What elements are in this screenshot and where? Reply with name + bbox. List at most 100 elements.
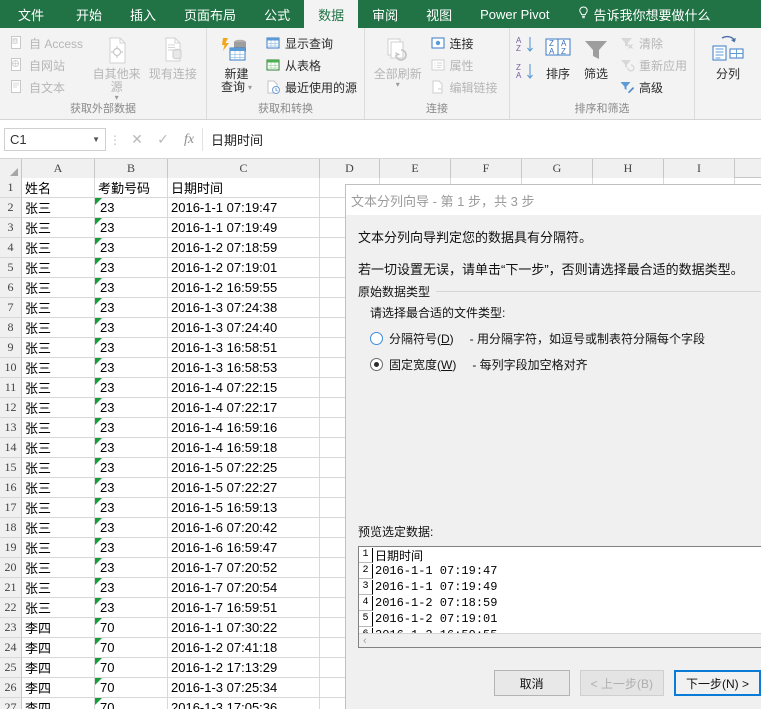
grid-cell[interactable]: 张三 (22, 478, 95, 498)
grid-cell[interactable]: 2016-1-2 17:13:29 (168, 658, 320, 678)
grid-cell[interactable]: 2016-1-6 07:20:42 (168, 518, 320, 538)
grid-cell[interactable]: 23 (95, 358, 168, 378)
refresh-all-button[interactable]: 全部刷新 ▾ (370, 32, 426, 89)
grid-cell[interactable]: 23 (95, 478, 168, 498)
grid-cell[interactable]: 2016-1-2 07:19:01 (168, 258, 320, 278)
from-text-button[interactable]: 自文本 (5, 76, 88, 98)
grid-cell[interactable]: 2016-1-4 16:59:18 (168, 438, 320, 458)
grid-cell[interactable]: 23 (95, 198, 168, 218)
row-header[interactable]: 8 (0, 318, 22, 338)
confirm-edit-icon[interactable]: ✓ (150, 129, 176, 151)
grid-cell[interactable]: 张三 (22, 598, 95, 618)
grid-cell[interactable]: 2016-1-4 16:59:16 (168, 418, 320, 438)
grid-cell[interactable]: 张三 (22, 538, 95, 558)
grid-cell[interactable]: 2016-1-4 07:22:15 (168, 378, 320, 398)
from-web-button[interactable]: 自网站 (5, 54, 88, 76)
advanced-filter-button[interactable]: 高级 (615, 76, 689, 98)
grid-cell[interactable]: 23 (95, 418, 168, 438)
connections-button[interactable]: 连接 (426, 32, 504, 54)
grid-cell[interactable]: 张三 (22, 358, 95, 378)
new-query-button[interactable]: 新建 查询 ▾ (212, 32, 261, 94)
row-header[interactable]: 13 (0, 418, 22, 438)
grid-cell[interactable]: 张三 (22, 438, 95, 458)
row-header[interactable]: 17 (0, 498, 22, 518)
cancel-edit-icon[interactable]: ✕ (124, 129, 150, 151)
grid-cell[interactable]: 23 (95, 598, 168, 618)
select-all-corner[interactable] (0, 159, 22, 178)
grid-cell[interactable]: 2016-1-3 07:24:40 (168, 318, 320, 338)
grid-cell[interactable]: 张三 (22, 278, 95, 298)
clear-filter-button[interactable]: 清除 (615, 32, 689, 54)
row-header[interactable]: 5 (0, 258, 22, 278)
row-header[interactable]: 24 (0, 638, 22, 658)
tell-me-box[interactable]: 告诉我你想要做什么 (564, 0, 725, 28)
column-header-e[interactable]: E (380, 159, 451, 178)
radio-fixed-width-indicator[interactable] (370, 358, 383, 371)
from-other-sources-button[interactable]: 自其他来源 ▾ (88, 32, 144, 102)
grid-cell[interactable]: 70 (95, 638, 168, 658)
column-header-c[interactable]: C (168, 159, 320, 178)
grid-cell[interactable]: 张三 (22, 578, 95, 598)
formula-bar-grip[interactable]: ⋮ (106, 133, 124, 147)
grid-cell[interactable]: 2016-1-7 16:59:51 (168, 598, 320, 618)
grid-cell[interactable]: 23 (95, 278, 168, 298)
radio-delimited[interactable]: 分隔符号(D) - 用分隔字符，如逗号或制表符分隔每个字段 (370, 330, 761, 347)
row-header[interactable]: 10 (0, 358, 22, 378)
column-header-d[interactable]: D (320, 159, 380, 178)
preview-box[interactable]: 1 日期时间 2 2016-1-1 07:19:47 3 2016-1-1 07:19:4… (358, 546, 761, 648)
tab-view[interactable]: 视图 (412, 0, 466, 28)
show-queries-button[interactable]: 显示查询 (261, 32, 359, 54)
chevron-down-icon[interactable]: ▾ (115, 94, 119, 102)
grid-cell[interactable]: 李四 (22, 638, 95, 658)
grid-cell[interactable]: 2016-1-1 07:30:22 (168, 618, 320, 638)
grid-cell[interactable]: 姓名 (22, 178, 95, 198)
row-header[interactable]: 15 (0, 458, 22, 478)
grid-cell[interactable]: 日期时间 (168, 178, 320, 198)
grid-cell[interactable]: 70 (95, 658, 168, 678)
grid-cell[interactable]: 2016-1-7 07:20:54 (168, 578, 320, 598)
row-header[interactable]: 11 (0, 378, 22, 398)
grid-cell[interactable]: 2016-1-2 16:59:55 (168, 278, 320, 298)
grid-cell[interactable]: 张三 (22, 458, 95, 478)
column-header-h[interactable]: H (593, 159, 664, 178)
row-header[interactable]: 14 (0, 438, 22, 458)
tab-insert[interactable]: 插入 (116, 0, 170, 28)
grid-cell[interactable]: 李四 (22, 658, 95, 678)
grid-cell[interactable]: 23 (95, 218, 168, 238)
grid-cell[interactable]: 2016-1-3 17:05:36 (168, 698, 320, 709)
tab-page-layout[interactable]: 页面布局 (170, 0, 250, 28)
grid-cell[interactable]: 23 (95, 438, 168, 458)
filter-button[interactable]: 筛选 (577, 32, 615, 81)
tab-power-pivot[interactable]: Power Pivot (466, 0, 563, 28)
grid-cell[interactable]: 张三 (22, 218, 95, 238)
radio-delimited-indicator[interactable] (370, 332, 383, 345)
row-header[interactable]: 3 (0, 218, 22, 238)
row-header[interactable]: 1 (0, 178, 22, 198)
grid-cell[interactable]: 23 (95, 238, 168, 258)
grid-cell[interactable]: 李四 (22, 678, 95, 698)
grid-cell[interactable]: 70 (95, 618, 168, 638)
grid-cell[interactable]: 2016-1-5 16:59:13 (168, 498, 320, 518)
row-header[interactable]: 9 (0, 338, 22, 358)
row-header[interactable]: 18 (0, 518, 22, 538)
row-header[interactable]: 26 (0, 678, 22, 698)
grid-cell[interactable]: 23 (95, 338, 168, 358)
next-button[interactable]: 下一步(N) > (673, 670, 761, 696)
existing-connections-button[interactable]: 现有连接 (145, 32, 201, 81)
column-header-g[interactable]: G (522, 159, 593, 178)
reapply-filter-button[interactable]: 重新应用 (615, 54, 689, 76)
properties-button[interactable]: 属性 (426, 54, 504, 76)
grid-cell[interactable]: 张三 (22, 318, 95, 338)
grid-cell[interactable]: 23 (95, 398, 168, 418)
grid-cell[interactable]: 2016-1-4 07:22:17 (168, 398, 320, 418)
row-header[interactable]: 25 (0, 658, 22, 678)
row-header[interactable]: 19 (0, 538, 22, 558)
grid-cell[interactable]: 23 (95, 378, 168, 398)
grid-cell[interactable]: 李四 (22, 618, 95, 638)
row-header[interactable]: 20 (0, 558, 22, 578)
text-to-columns-button[interactable]: 分列 (700, 32, 756, 81)
cancel-button[interactable]: 取消 (493, 670, 570, 696)
grid-cell[interactable]: 23 (95, 578, 168, 598)
name-box[interactable]: C1 ▼ (4, 128, 106, 151)
grid-cell[interactable]: 李四 (22, 698, 95, 709)
